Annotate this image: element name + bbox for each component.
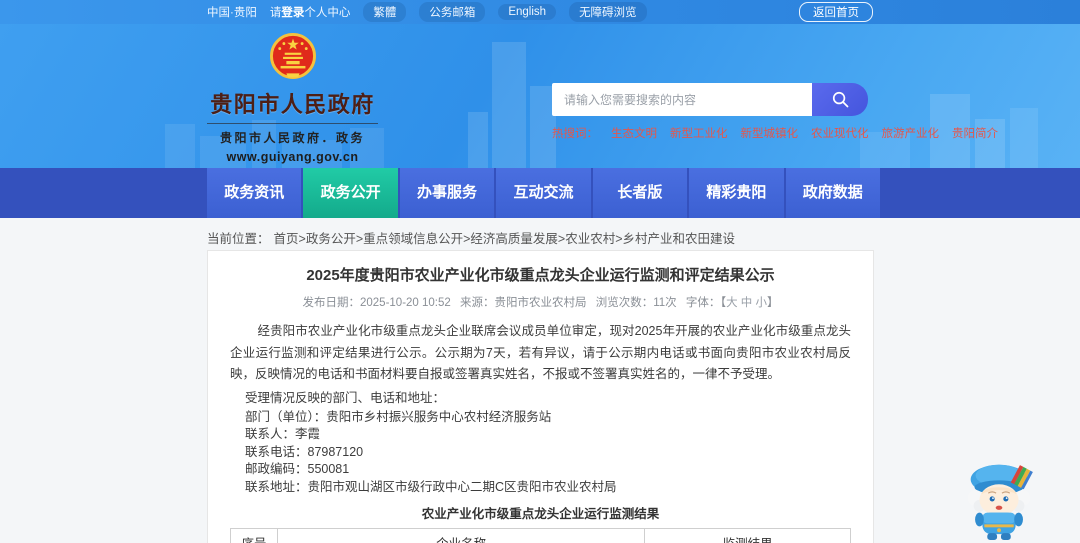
site-url: www.guiyang.gov.cn: [226, 150, 359, 164]
contact-person: 联系人：李霞: [245, 427, 321, 441]
contact-address: 联系地址：贵阳市观山湖区市级行政中心二期C区贵阳市农业农村局: [245, 479, 617, 494]
font-size-label: 字体：【: [685, 297, 727, 309]
assistant-mascot[interactable]: [956, 453, 1044, 541]
publish-date: 发布日期：2025-10-20 10:52: [302, 297, 451, 309]
logo-divider: [207, 123, 378, 124]
nav-tab-banshi-fuwu[interactable]: 办事服务: [399, 168, 495, 218]
contact-department: 部门（单位）：贵阳市乡村振兴服务中心农村经济服务站: [245, 409, 552, 424]
header-serial-number: 序号: [229, 528, 279, 543]
font-size-small-button[interactable]: 小: [756, 297, 768, 309]
table-header-row: 序号 企业名称 监测结果: [229, 528, 851, 543]
article-source: 来源：贵阳市农业农村局: [460, 297, 587, 309]
header-monitoring-result: 监测结果: [644, 528, 851, 543]
search-input[interactable]: [552, 83, 812, 116]
font-size-large-button[interactable]: 大: [726, 297, 738, 309]
site-name: 贵阳市人民政府: [210, 92, 375, 117]
hot-search-label: 热搜词：: [552, 128, 598, 140]
traditional-chinese-button[interactable]: 繁體: [363, 2, 407, 22]
search-box: [552, 83, 868, 116]
contact-postcode: 邮政编码：550081: [245, 462, 350, 476]
english-button[interactable]: English: [498, 4, 557, 20]
hot-word-link[interactable]: 生态文明: [611, 125, 657, 141]
nav-tab-jingcai-guiyang[interactable]: 精彩贵阳: [689, 168, 784, 218]
login-link[interactable]: 请登录个人中心: [270, 4, 351, 20]
nav-tab-zhengwu-gongkai[interactable]: 政务公开: [303, 168, 398, 218]
main-navigation-inner: 政务资讯 政务公开 办事服务 互动交流 长者版 精彩贵阳 政府数据: [207, 168, 880, 218]
nav-tab-zhengfu-shuju[interactable]: 政府数据: [785, 168, 880, 218]
article-paragraph-contact-intro: 受理情况反映的部门、电话和地址：: [245, 390, 446, 405]
login-bold-text: 登录: [281, 7, 305, 19]
region-link[interactable]: 中国·贵阳: [207, 4, 257, 20]
search-icon: [832, 91, 848, 108]
site-subtitle: 贵阳市人民政府．政务: [219, 131, 365, 145]
main-navigation: 政务资讯 政务公开 办事服务 互动交流 长者版 精彩贵阳 政府数据: [0, 168, 1080, 218]
monitoring-result-table: 序号 企业名称 监测结果 1 贵州合力超市采购有限公司 合格 2 贵州友禾种业有…: [229, 528, 851, 543]
contact-phone: 联系电话：87987120: [245, 444, 364, 459]
return-home-button[interactable]: 返回首页: [799, 2, 873, 22]
nav-tab-zhengwu-zixun[interactable]: 政务资讯: [207, 168, 302, 218]
top-utility-bar: 中国·贵阳 请登录个人中心 繁體 公务邮箱 English 无障碍浏览 返回首页: [0, 0, 1080, 24]
site-logo-block[interactable]: 贵阳市人民政府 贵阳市人民政府．政务 www.guiyang.gov.cn: [205, 32, 380, 164]
article-panel: 2025年度贵阳市农业产业化市级重点龙头企业运行监测和评定结果公示 发布日期：2…: [207, 250, 874, 543]
font-size-medium-button[interactable]: 中: [741, 297, 753, 309]
view-count: 浏览次数：11次: [595, 297, 677, 309]
header-company-name: 企业名称: [277, 528, 646, 543]
article-paragraph-main: 经贵阳市农业产业化市级重点龙头企业联席会议成员单位审定，现对2025年开展的农业…: [230, 324, 851, 381]
official-mail-button[interactable]: 公务邮箱: [419, 2, 486, 22]
hot-word-link[interactable]: 农业现代化: [811, 125, 869, 141]
site-banner: 贵阳市人民政府 贵阳市人民政府．政务 www.guiyang.gov.cn 热搜…: [0, 24, 1080, 168]
font-size-label-close: 】: [767, 297, 779, 309]
breadcrumb: 当前位置： 首页>政务公开>重点领域信息公开>经济高质量发展>农业农村>乡村产业…: [207, 228, 1080, 247]
hot-word-link[interactable]: 贵阳简介: [952, 125, 998, 141]
article-meta: 发布日期：2025-10-20 10:52 来源：贵阳市农业农村局 浏览次数：1…: [230, 294, 851, 310]
city-skyline: [165, 42, 1038, 168]
search-button[interactable]: [812, 83, 868, 116]
hot-word-link[interactable]: 旅游产业化: [882, 125, 940, 141]
table-caption: 农业产业化市级重点龙头企业运行监测结果: [421, 507, 660, 521]
nav-tab-zhangzheban[interactable]: 长者版: [592, 168, 688, 218]
nav-tab-hudong-jiaoliu[interactable]: 互动交流: [496, 168, 591, 218]
breadcrumb-label: 当前位置：: [207, 232, 270, 246]
search-area: 热搜词： 生态文明 新型工业化 新型城镇化 农业现代化 旅游产业化 贵阳简介: [552, 83, 998, 141]
national-emblem-icon: [269, 33, 316, 79]
breadcrumb-path[interactable]: 首页>政务公开>重点领域信息公开>经济高质量发展>农业农村>乡村产业和农田建设: [274, 228, 736, 247]
hot-word-link[interactable]: 新型工业化: [670, 125, 728, 141]
top-utility-bar-inner: 中国·贵阳 请登录个人中心 繁體 公务邮箱 English 无障碍浏览 返回首页: [207, 0, 873, 24]
hot-search-words: 热搜词： 生态文明 新型工业化 新型城镇化 农业现代化 旅游产业化 贵阳简介: [552, 125, 998, 141]
accessibility-button[interactable]: 无障碍浏览: [569, 2, 647, 22]
article-title: 2025年度贵阳市农业产业化市级重点龙头企业运行监测和评定结果公示: [306, 267, 775, 284]
hot-word-link[interactable]: 新型城镇化: [741, 125, 799, 141]
